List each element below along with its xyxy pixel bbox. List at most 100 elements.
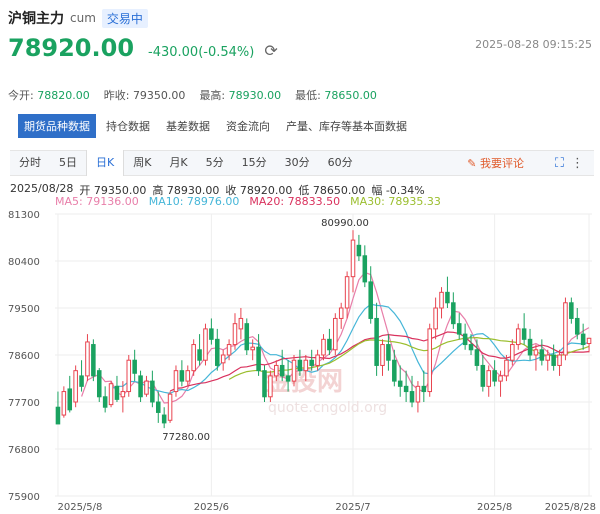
- candle-body: [91, 344, 96, 377]
- price-change: -430.00(-0.54%): [148, 45, 255, 60]
- open-quote: 今开: 78820.00: [8, 87, 90, 103]
- candle-body: [510, 344, 515, 361]
- candle-body: [285, 375, 291, 382]
- kline-chart[interactable]: 81300 80400 79500 78600 77700 76800 75900 2025/…: [0, 200, 600, 514]
- candle-body: [309, 359, 314, 366]
- x-tick-label: 2025/8/28: [545, 502, 596, 513]
- subtab-capital-flow[interactable]: 资金流向: [220, 114, 276, 138]
- candle-body: [439, 291, 444, 309]
- candle-body: [120, 391, 126, 398]
- tab-5day[interactable]: 5日: [50, 150, 86, 176]
- candle-body: [580, 333, 586, 346]
- data-subtabs: 期货品种数据 持仓数据 基差数据 资金流向 产量、库存等基本面数据: [18, 114, 413, 138]
- max-price-label: 80990.00: [321, 218, 369, 229]
- candle-body: [563, 302, 568, 356]
- candle-body: [262, 370, 267, 398]
- candle-body: [114, 385, 120, 400]
- candle-body: [409, 391, 415, 403]
- tab-monthly-k[interactable]: 月K: [160, 150, 196, 176]
- candle-body: [474, 349, 480, 366]
- open-value: 78820.00: [37, 89, 90, 102]
- candle-body: [185, 370, 191, 382]
- candle-body: [67, 388, 73, 411]
- tab-60min[interactable]: 60分: [319, 150, 362, 176]
- candle-body: [256, 346, 261, 372]
- tab-weekly-k[interactable]: 周K: [124, 150, 160, 176]
- candle-body: [268, 375, 273, 398]
- candle-body: [451, 302, 456, 325]
- candle-body: [368, 281, 373, 319]
- candle-body: [96, 370, 102, 398]
- y-tick-label: 77700: [8, 398, 40, 409]
- y-tick-label: 81300: [8, 210, 40, 221]
- comment-label: 我要评论: [480, 157, 524, 170]
- candle-body: [574, 317, 580, 335]
- candle-body: [303, 359, 309, 372]
- candle-body: [238, 317, 244, 330]
- candle-body: [73, 370, 78, 403]
- subtab-fundamentals[interactable]: 产量、库存等基本面数据: [280, 114, 413, 138]
- candle-body: [586, 337, 592, 345]
- candle-body: [421, 385, 427, 393]
- candle-body: [545, 354, 551, 361]
- candle-body: [492, 370, 497, 382]
- subtab-basis-data[interactable]: 基差数据: [160, 114, 216, 138]
- high-label: 最高:: [199, 89, 226, 102]
- refresh-icon[interactable]: ⟳: [264, 41, 277, 60]
- x-tick-label: 2025/8: [477, 502, 512, 513]
- candle-body: [274, 364, 279, 377]
- candle-body: [226, 344, 232, 356]
- candle-body: [315, 354, 320, 366]
- candle-body: [427, 328, 432, 393]
- candle-body: [327, 338, 332, 351]
- more-menu-icon[interactable]: ⋮: [571, 151, 584, 177]
- candle-body: [85, 341, 90, 377]
- y-tick-label: 75900: [8, 492, 40, 503]
- fullscreen-icon[interactable]: ⛶: [555, 151, 564, 177]
- candle-body: [279, 364, 285, 377]
- comment-button[interactable]: ✎ 我要评论: [467, 151, 524, 177]
- candle-body: [215, 338, 220, 366]
- quote-time: 2025-08-28 09:15:25: [475, 38, 592, 51]
- tab-30min[interactable]: 30分: [276, 150, 319, 176]
- contract-code: cum: [70, 11, 96, 25]
- candle-body: [397, 380, 403, 387]
- subtab-position-data[interactable]: 持仓数据: [100, 114, 156, 138]
- candle-body: [333, 317, 338, 351]
- prev-label: 昨收:: [103, 89, 130, 102]
- tab-daily-k[interactable]: 日K: [86, 150, 125, 176]
- tab-5min[interactable]: 5分: [197, 150, 233, 176]
- candle-body: [504, 359, 509, 377]
- candle-body: [557, 354, 562, 366]
- candle-body: [203, 328, 208, 361]
- tab-intraday[interactable]: 分时: [10, 150, 50, 176]
- candle-body: [533, 349, 539, 356]
- candle-body: [209, 328, 214, 340]
- candle-body: [569, 302, 574, 319]
- low-quote: 最低: 78650.00: [295, 87, 377, 103]
- prev-quote: 昨收: 79350.00: [104, 87, 186, 103]
- x-tick-label: 2025/6: [194, 502, 229, 513]
- high-value: 78930.00: [228, 89, 282, 102]
- candle-body: [362, 255, 368, 283]
- x-tick-label: 2025/7: [335, 502, 370, 513]
- subtab-futures-data[interactable]: 期货品种数据: [18, 114, 96, 138]
- candle-body: [61, 391, 67, 416]
- candle-body: [468, 344, 474, 351]
- watermark-url: quote.cngold.org: [268, 400, 387, 416]
- tab-15min[interactable]: 15分: [233, 150, 276, 176]
- candle-body: [150, 380, 155, 403]
- edit-icon: ✎: [467, 157, 477, 170]
- candle-body: [515, 328, 521, 346]
- candle-body: [297, 359, 303, 372]
- candle-body: [386, 344, 391, 361]
- candle-body: [321, 338, 326, 356]
- title-row: 沪铜主力 cum 交易中: [8, 8, 148, 28]
- candle-body: [79, 375, 84, 387]
- candle-body: [539, 349, 545, 361]
- candle-body: [197, 349, 202, 361]
- candle-body: [250, 346, 255, 351]
- candle-body: [456, 323, 462, 335]
- candle-body: [179, 370, 185, 382]
- candle-body: [486, 370, 492, 387]
